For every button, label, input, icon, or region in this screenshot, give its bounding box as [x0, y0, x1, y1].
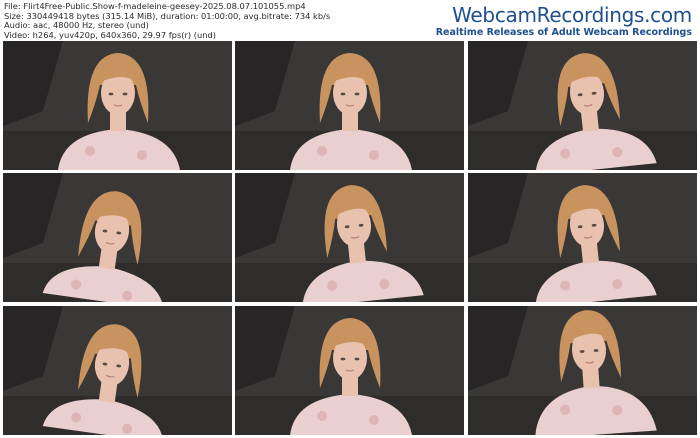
video-thumbnail	[468, 41, 697, 170]
video-thumbnail	[468, 173, 697, 302]
video-thumbnail	[3, 173, 232, 302]
video-thumbnail	[235, 173, 464, 302]
video-thumbnail	[235, 41, 464, 170]
video-thumbnail	[468, 306, 697, 435]
video-thumbnail	[3, 41, 232, 170]
file-info: File: Flirt4Free-Public.Show-f-madeleine…	[4, 1, 330, 40]
brand-logo: WebcamRecordings.com Realtime Releases o…	[435, 3, 693, 39]
video-info-line: Video: h264, yuv420p, 640x360, 29.97 fps…	[4, 29, 217, 40]
brand-tagline: Realtime Releases of Adult Webcam Record…	[435, 27, 692, 38]
video-thumbnail	[3, 306, 232, 435]
video-thumbnail	[235, 306, 464, 435]
brand-title: WebcamRecordings.com	[452, 3, 692, 27]
thumbnail-grid	[3, 41, 697, 435]
